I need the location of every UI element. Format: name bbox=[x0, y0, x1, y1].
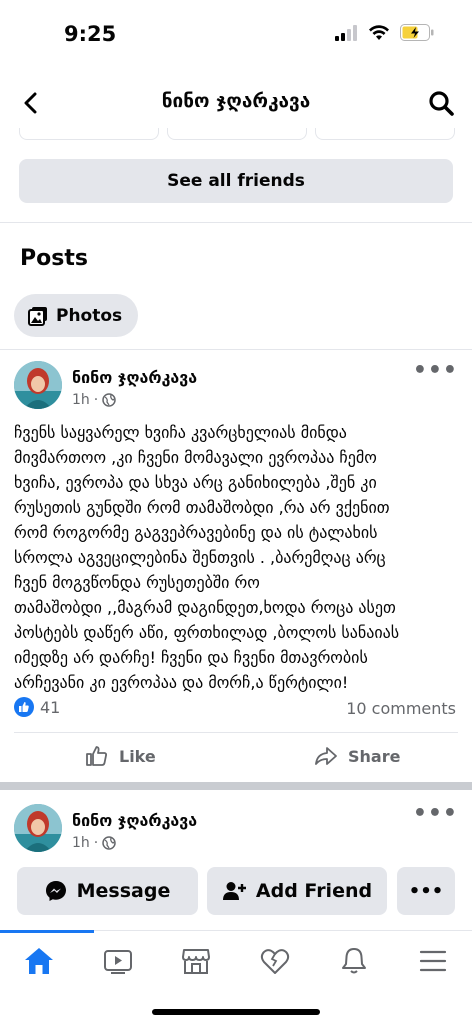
post-text-line: სროლა აგვეცილებინა შენთვის . ,ბარემღაც ა… bbox=[14, 548, 386, 567]
more-options-button[interactable]: ••• bbox=[397, 867, 455, 915]
post-meta: 1h · bbox=[72, 835, 116, 851]
active-tab-indicator bbox=[0, 930, 94, 933]
post-separator bbox=[0, 782, 472, 790]
bell-icon bbox=[342, 948, 366, 974]
like-icon bbox=[86, 746, 107, 766]
battery-charging-icon bbox=[400, 24, 434, 41]
message-label: Message bbox=[76, 880, 171, 902]
like-reaction-icon bbox=[14, 697, 34, 717]
friend-card[interactable] bbox=[19, 128, 159, 140]
cellular-signal-icon bbox=[335, 24, 357, 41]
friend-card[interactable] bbox=[315, 128, 455, 140]
post-text: ჩვენს საყვარელ ხვიჩა კვარცხელიას მინდა მ… bbox=[14, 420, 458, 695]
globe-icon bbox=[102, 393, 116, 407]
post-text-line: პოსტებს დაწერ აწი, ფრთხილად ,ბოლოს სანაი… bbox=[14, 623, 400, 642]
add-friend-button[interactable]: Add Friend bbox=[207, 867, 387, 915]
share-button[interactable]: Share bbox=[314, 745, 400, 767]
profile-photo bbox=[14, 361, 62, 409]
messenger-icon bbox=[45, 881, 66, 901]
post-text-line: მივმართოო ,კი ჩვენი მომავალი ევროპაა ჩემ… bbox=[14, 448, 377, 467]
post-text-line: ჩვენ მოგვწონდა რუსეთებში რო bbox=[14, 573, 260, 592]
post-time[interactable]: 1h bbox=[72, 835, 90, 851]
post-options-button[interactable]: ••• bbox=[413, 358, 458, 383]
post-author[interactable]: ნინო ჯღარკავა bbox=[72, 368, 197, 387]
status-icons bbox=[334, 24, 434, 41]
post-text-line: იმედზე არ დარჩე! ჩვენი და ჩვენი მთავრობი… bbox=[14, 648, 368, 667]
message-button[interactable]: Message bbox=[17, 867, 198, 915]
status-bar: 9:25 bbox=[0, 0, 472, 70]
tab-notifications[interactable] bbox=[334, 943, 374, 979]
post-divider bbox=[14, 732, 458, 733]
post-options-button[interactable]: ••• bbox=[413, 801, 458, 826]
see-all-friends-button[interactable]: See all friends bbox=[19, 159, 453, 203]
wifi-icon bbox=[369, 24, 389, 40]
share-label: Share bbox=[348, 746, 401, 766]
comment-count[interactable]: 10 comments bbox=[346, 699, 456, 718]
reaction-summary[interactable]: 41 bbox=[14, 697, 60, 717]
photos-icon bbox=[28, 306, 47, 326]
menu-icon bbox=[419, 950, 447, 972]
photos-label: Photos bbox=[56, 305, 123, 326]
search-icon bbox=[429, 91, 454, 116]
friend-card[interactable] bbox=[167, 128, 307, 140]
post-author[interactable]: ნინო ჯღარკავა bbox=[72, 811, 197, 830]
share-icon bbox=[315, 747, 337, 765]
section-divider bbox=[0, 349, 472, 350]
posts-heading: Posts bbox=[20, 246, 88, 271]
marketplace-icon bbox=[182, 949, 210, 974]
photos-button[interactable]: Photos bbox=[14, 294, 139, 337]
add-friend-icon bbox=[222, 882, 246, 900]
post-meta: 1h · bbox=[72, 392, 116, 408]
like-label: Like bbox=[119, 746, 156, 766]
section-divider bbox=[0, 222, 472, 223]
home-indicator[interactable] bbox=[152, 1009, 320, 1015]
tab-marketplace[interactable] bbox=[176, 943, 216, 979]
avatar[interactable] bbox=[14, 804, 62, 852]
profile-photo bbox=[14, 804, 62, 852]
home-icon bbox=[25, 948, 53, 974]
tab-bar bbox=[0, 930, 472, 990]
post-text-line: ჩვენს საყვარელ ხვიჩა კვარცხელიას მინდა bbox=[14, 423, 347, 442]
post-time[interactable]: 1h bbox=[72, 392, 90, 408]
post-text-line: თამაშობდი ,,მაგრამ დაგინდეთ,ხოდა როცა ას… bbox=[14, 598, 396, 617]
avatar[interactable] bbox=[14, 361, 62, 409]
status-time: 9:25 bbox=[64, 22, 117, 46]
like-button[interactable]: Like bbox=[85, 745, 156, 767]
watch-icon bbox=[104, 950, 132, 974]
add-friend-label: Add Friend bbox=[255, 880, 373, 902]
post-text-line: რუსეთის გუნდში რომ თამაშობდი ,რა არ ვქენ… bbox=[14, 498, 390, 517]
post-text-line: არჩევანი კი ევროპაა და მორჩ,ა წერტილი! bbox=[14, 673, 349, 692]
tab-dating[interactable] bbox=[255, 943, 295, 979]
post-text-line: ხვიჩა, ევროპა და სხვა არც განიხილება ,შე… bbox=[14, 473, 377, 492]
dating-icon bbox=[260, 949, 290, 974]
search-button[interactable] bbox=[424, 86, 458, 120]
globe-icon bbox=[102, 836, 116, 850]
page-title: ნინო ჯღარკავა bbox=[161, 90, 311, 112]
post-text-line: რომ როგორმე გაგვეპრავებინე და ის ტალახის bbox=[14, 523, 378, 542]
nav-bar: ნინო ჯღარკავა bbox=[0, 78, 472, 128]
tab-menu[interactable] bbox=[413, 943, 453, 979]
like-count: 41 bbox=[40, 697, 61, 717]
tab-watch[interactable] bbox=[98, 943, 138, 979]
tab-home[interactable] bbox=[19, 943, 59, 979]
